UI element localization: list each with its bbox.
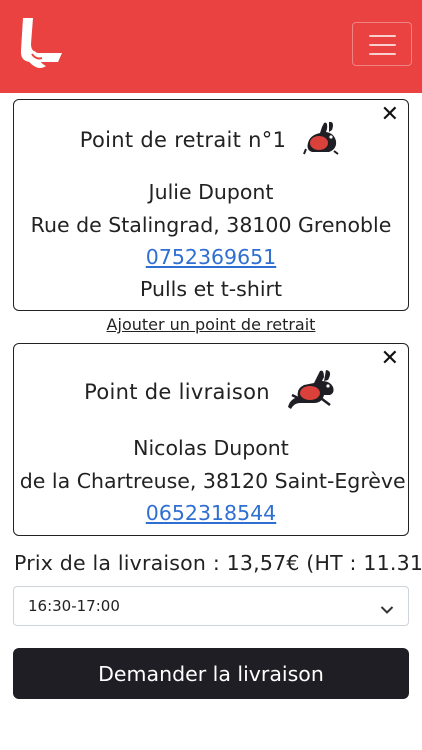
delivery-contact-name: Nicolas Dupont [133, 436, 289, 460]
hamburger-icon [369, 35, 396, 37]
pickup-title: Point de retrait n°1 [79, 128, 287, 152]
delivery-title-row: Point de livraison [14, 364, 408, 419]
delivery-phone-link[interactable]: 0652318544 [146, 501, 276, 525]
pickup-title-row: Point de retrait n°1 [14, 120, 408, 160]
logo-icon[interactable] [18, 18, 64, 70]
rabbit-courier-icon [302, 121, 342, 159]
chevron-down-icon [380, 600, 394, 619]
top-navbar [0, 0, 422, 93]
time-slot-select[interactable]: 16:30-17:00 [13, 586, 409, 626]
running-rabbit-icon [286, 369, 338, 415]
delivery-price: Prix de la livraison : 13,57€ (HT : 11.3… [14, 551, 422, 575]
delivery-title: Point de livraison [84, 379, 270, 404]
pickup-phone-link[interactable]: 0752369651 [146, 245, 276, 269]
menu-toggle-button[interactable] [352, 22, 412, 66]
time-slot-value: 16:30-17:00 [28, 597, 120, 615]
pickup-items: Pulls et t-shirt [139, 277, 283, 301]
request-delivery-button[interactable]: Demander la livraison [13, 648, 409, 699]
pickup-point-card: ✕ Point de retrait n°1 Julie Dupont Rue … [13, 99, 409, 311]
delivery-point-card: ✕ Point de livraison Nicolas Dupont Rue … [13, 343, 409, 536]
delivery-address: Rue de la Chartreuse, 38120 Saint-Egrève [13, 469, 406, 493]
pickup-contact-name: Julie Dupont [148, 180, 274, 204]
pickup-address: Rue de Stalingrad, 38100 Grenoble [30, 213, 392, 237]
add-pickup-point-link[interactable]: Ajouter un point de retrait [0, 315, 422, 334]
